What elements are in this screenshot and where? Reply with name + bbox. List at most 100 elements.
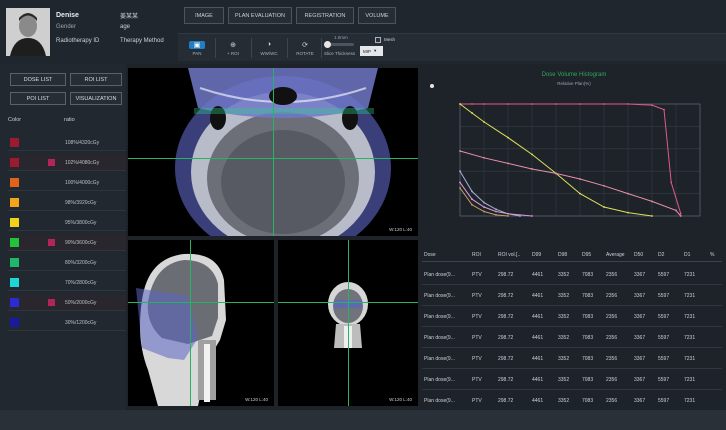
dose-color-swatch[interactable] [10,198,19,207]
dose-list-item[interactable]: 98%/3920cGy [8,195,126,211]
table-header-cell[interactable]: D98 [558,248,567,262]
dvh-point[interactable] [679,212,682,215]
poi-list-button[interactable]: POI LIST [10,92,66,105]
dose-visibility-checkbox[interactable] [48,279,55,286]
dvh-point[interactable] [663,108,665,111]
rotate-tool[interactable]: ⟳ ROTATE [290,36,320,60]
dvh-point[interactable] [483,210,485,213]
nav-volume[interactable]: VOLUME [358,7,396,24]
nav-image[interactable]: IMAGE [184,7,224,24]
dvh-point[interactable] [471,190,473,193]
dose-list-item[interactable]: 80%/3200cGy [8,255,126,271]
dose-color-swatch[interactable] [10,218,19,227]
dose-visibility-checkbox[interactable] [48,239,55,246]
dose-visibility-checkbox[interactable] [48,159,55,166]
dvh-point[interactable] [670,181,673,184]
table-header-cell[interactable]: D95 [582,248,591,262]
dvh-point[interactable] [483,201,485,204]
dose-visibility-checkbox[interactable] [48,139,55,146]
dose-list-item[interactable]: 108%/4320cGy [8,135,126,151]
dvh-point[interactable] [579,192,581,195]
table-row[interactable]: Plan dose(9... PTV 298.72 4461 3352 7083 2356 3… [422,390,722,411]
dose-color-swatch[interactable] [10,318,19,327]
dvh-point[interactable] [495,208,497,211]
dvh-chart[interactable]: Dose Volume Histogram Relative Plan(%) [422,68,726,244]
dvh-point[interactable] [459,103,461,105]
dvh-point[interactable] [471,203,473,206]
slice-thickness-slider[interactable] [324,41,354,48]
chart-legend-dot[interactable] [430,84,434,88]
dvh-point[interactable] [675,209,677,212]
dvh-point[interactable] [579,103,581,105]
dvh-point[interactable] [459,181,461,184]
dvh-point[interactable] [471,198,473,201]
mesh-checkbox[interactable] [375,37,381,43]
dvh-point[interactable] [603,184,605,187]
table-header-cell[interactable]: ROI [472,248,481,262]
dvh-point[interactable] [459,170,461,173]
table-header-cell[interactable]: D2 [658,248,664,262]
dose-list-item[interactable]: 50%/2000cGy [8,295,126,311]
sagittal-viewer[interactable]: W:120 L:40 [128,240,274,406]
dose-list-item[interactable]: 70%/2800cGy [8,275,126,291]
coronal-crosshair-vertical[interactable] [348,240,349,406]
dose-visibility-checkbox[interactable] [48,199,55,206]
slider-knob[interactable] [324,41,331,48]
projection-select[interactable]: MIP ▾ [360,46,383,56]
dose-visibility-checkbox[interactable] [48,299,55,306]
dvh-point[interactable] [507,103,509,105]
dvh-point[interactable] [507,215,509,217]
sagittal-crosshair-horizontal[interactable] [128,302,274,303]
dvh-point[interactable] [495,210,497,213]
dvh-point[interactable] [627,103,629,105]
dose-color-swatch[interactable] [10,158,19,167]
table-row[interactable]: Plan dose(9... PTV 298.72 4461 3352 7083 2356 3… [422,348,722,369]
dose-list-button[interactable]: DOSE LIST [10,73,66,86]
dose-list-item[interactable]: 102%/4080cGy [8,155,126,171]
dvh-point[interactable] [531,103,533,105]
table-header-cell[interactable]: D50 [634,248,643,262]
dose-list-item[interactable]: 30%/1200cGy [8,315,126,331]
sagittal-crosshair-vertical[interactable] [190,240,191,406]
nav-plan-evaluation[interactable]: PLAN EVALUATION [228,7,292,24]
table-header-cell[interactable]: % [710,248,714,262]
nav-registration[interactable]: REGISTRATION [296,7,354,24]
dvh-point[interactable] [483,206,485,208]
table-row[interactable]: Plan dose(9... PTV 298.72 4461 3352 7083 2356 3… [422,285,722,306]
table-row[interactable]: Plan dose(9... PTV 298.72 4461 3352 7083 2356 3… [422,369,722,390]
dvh-point[interactable] [459,150,461,152]
dose-color-swatch[interactable] [10,178,19,187]
dose-list-item[interactable]: 95%/3800cGy [8,215,126,231]
dose-color-swatch[interactable] [10,258,19,267]
dose-color-swatch[interactable] [10,278,19,287]
dvh-point[interactable] [651,104,653,107]
dvh-series-line-1[interactable] [460,103,682,214]
dvh-point[interactable] [679,215,682,217]
dvh-point[interactable] [507,212,509,215]
dvh-point[interactable] [603,103,605,105]
table-row[interactable]: Plan dose(9... PTV 298.72 4461 3352 7083 2356 3… [422,264,722,285]
table-header-cell[interactable]: Average [606,248,625,262]
dvh-point[interactable] [507,136,509,139]
zoom-tool[interactable]: ⊕ + ROI [218,36,248,60]
dvh-point[interactable] [483,156,485,159]
coronal-viewer[interactable]: W:120 L:40 [278,240,418,406]
dose-visibility-checkbox[interactable] [48,259,55,266]
table-header-cell[interactable]: D1 [684,248,690,262]
pan-tool[interactable]: ▣ PAN [182,36,212,60]
dvh-point[interactable] [627,211,629,214]
dvh-point[interactable] [555,103,557,105]
axial-viewer[interactable]: W:120 L:40 [128,68,418,236]
dvh-point[interactable] [495,213,497,216]
table-header-cell[interactable]: D99 [532,248,541,262]
dose-visibility-checkbox[interactable] [48,319,55,326]
roi-list-button[interactable]: ROI LIST [70,73,122,86]
dvh-point[interactable] [507,162,509,165]
dvh-point[interactable] [555,172,557,175]
dvh-point[interactable] [459,187,461,189]
dvh-point[interactable] [471,112,473,114]
dvh-series-line-3[interactable] [459,150,682,217]
dvh-point[interactable] [627,192,629,195]
dvh-point[interactable] [651,215,653,217]
dose-list-item[interactable]: 100%/4000cGy [8,175,126,191]
